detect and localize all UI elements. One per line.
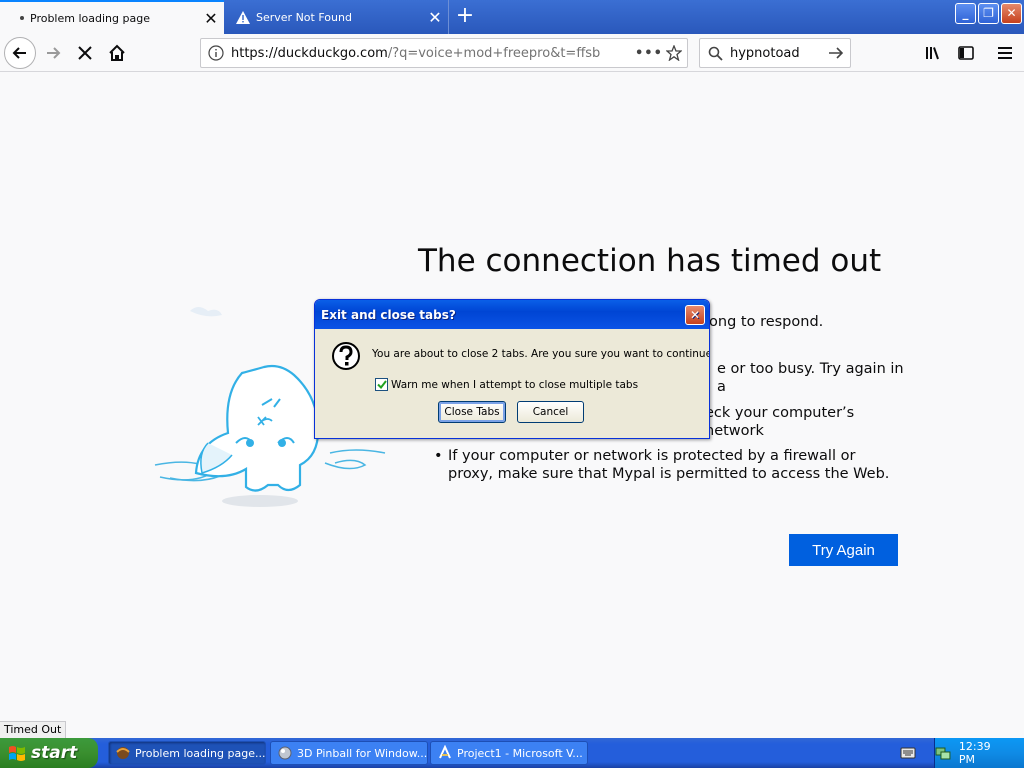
search-go-icon[interactable] [822,46,850,60]
checkbox-label: Warn me when I attempt to close multiple… [391,378,639,391]
dialog-title: Exit and close tabs? [321,307,456,322]
bookmark-star-icon[interactable] [661,45,687,61]
taskbar-item-vb[interactable]: Project1 - Microsoft V... [430,741,588,765]
error-tip-3-text: If your computer or network is protected… [448,448,890,482]
warning-icon [236,10,250,24]
search-input[interactable] [730,45,822,61]
window-controls: _ ❐ ✕ [955,3,1022,24]
stop-button[interactable] [70,38,100,68]
keyboard-icon[interactable] [900,746,916,760]
network-tray-icon[interactable] [935,745,951,761]
url-text[interactable]: https://duckduckgo.com/?q=voice+mod+free… [231,46,635,61]
new-tab-button[interactable]: + [452,4,478,30]
error-tip-3: • If your computer or network is protecte… [434,447,904,483]
windows-flag-icon [9,746,25,761]
search-icon [700,46,730,61]
home-icon [109,44,125,61]
task-label: Project1 - Microsoft V... [457,746,583,760]
error-title: The connection has timed out [418,243,882,279]
sidebar-icon [958,46,974,60]
minimize-icon[interactable]: _ [955,3,976,24]
tab-problem-loading[interactable]: Problem loading page ✕ [0,0,224,34]
warn-multiple-tabs-checkbox[interactable]: Warn me when I attempt to close multiple… [375,378,638,391]
taskbar-item-pinball[interactable]: 3D Pinball for Window... [270,741,428,765]
start-button[interactable]: start [0,738,98,768]
start-label: start [31,743,78,763]
url-path: /?q=voice+mod+freepro&t=ffsb [387,45,601,61]
stop-icon [78,46,92,60]
vb-icon [439,745,451,759]
question-icon [332,342,360,370]
library-button[interactable] [919,38,949,68]
navigation-toolbar: https://duckduckgo.com/?q=voice+mod+free… [0,34,1024,72]
page-actions-icon[interactable]: ••• [635,46,662,61]
loading-dot-icon [20,16,24,20]
task-label: 3D Pinball for Window... [297,746,428,760]
restore-icon[interactable]: ❐ [978,3,999,24]
error-tip-2-text: eck your computer’s network [705,405,855,439]
browser-icon [116,747,130,759]
pinball-icon [278,746,292,760]
error-text-line-1: long to respond. [705,314,824,330]
menu-button[interactable] [990,38,1020,68]
task-label: Problem loading page... [135,746,266,760]
url-bar[interactable]: https://duckduckgo.com/?q=voice+mod+free… [200,38,688,68]
status-text: Timed Out [0,721,67,738]
url-host: https://duckduckgo.com [231,45,388,61]
dialog-body: You are about to close 2 tabs. Are you s… [315,329,710,438]
site-info-icon[interactable] [201,45,231,61]
tab-close-icon[interactable]: ✕ [198,9,224,28]
taskbar-item-browser[interactable]: Problem loading page... [108,741,266,765]
tab-label: Server Not Found [256,10,352,24]
dialog-titlebar: Exit and close tabs? ✕ [315,300,709,329]
window-close-icon[interactable]: ✕ [1001,3,1022,24]
tab-label: Problem loading page [30,11,150,25]
error-tip-1-text: e or too busy. Try again in a [717,361,904,395]
search-bar[interactable] [699,38,851,68]
windows-taskbar: start Problem loading page... 3D Pinball… [0,738,1024,768]
checkbox-checked-icon[interactable] [375,378,388,391]
dialog-close-icon[interactable]: ✕ [685,304,705,325]
try-again-button[interactable]: Try Again [789,534,898,566]
close-tabs-button[interactable]: Close Tabs [438,401,506,423]
dialog-message: You are about to close 2 tabs. Are you s… [372,348,710,360]
system-tray: 12:39 PM [934,738,1024,768]
forward-arrow-icon [47,47,61,59]
clock: 12:39 PM [958,740,991,766]
back-button[interactable] [4,37,36,69]
tab-close-icon[interactable]: ✕ [422,8,448,27]
tab-server-not-found[interactable]: Server Not Found ✕ [224,0,449,34]
home-button[interactable] [102,38,132,68]
cancel-button[interactable]: Cancel [517,401,584,423]
library-icon [926,47,939,60]
forward-button[interactable] [38,38,68,68]
hamburger-menu-icon [998,47,1012,59]
back-arrow-icon [12,47,26,59]
tab-strip: Problem loading page ✕ Server Not Found … [0,0,1024,34]
close-tabs-dialog: Exit and close tabs? ✕ You are about to … [314,299,710,439]
sidebar-button[interactable] [951,38,981,68]
